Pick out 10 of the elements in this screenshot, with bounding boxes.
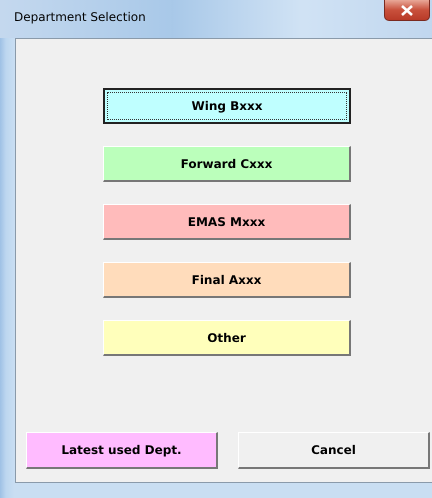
latest-button[interactable]: Latest used Dept.	[26, 432, 218, 469]
cancel-button[interactable]: Cancel	[238, 432, 430, 469]
department-button[interactable]: EMAS Mxxx	[103, 204, 351, 240]
department-button[interactable]: Other	[103, 320, 351, 356]
close-button[interactable]	[384, 0, 430, 21]
department-button[interactable]: Wing Bxxx	[103, 88, 351, 124]
department-button[interactable]: Forward Cxxx	[103, 146, 351, 182]
close-icon	[401, 4, 413, 16]
department-button[interactable]: Final Axxx	[103, 262, 351, 298]
window-title: Department Selection	[14, 10, 146, 24]
